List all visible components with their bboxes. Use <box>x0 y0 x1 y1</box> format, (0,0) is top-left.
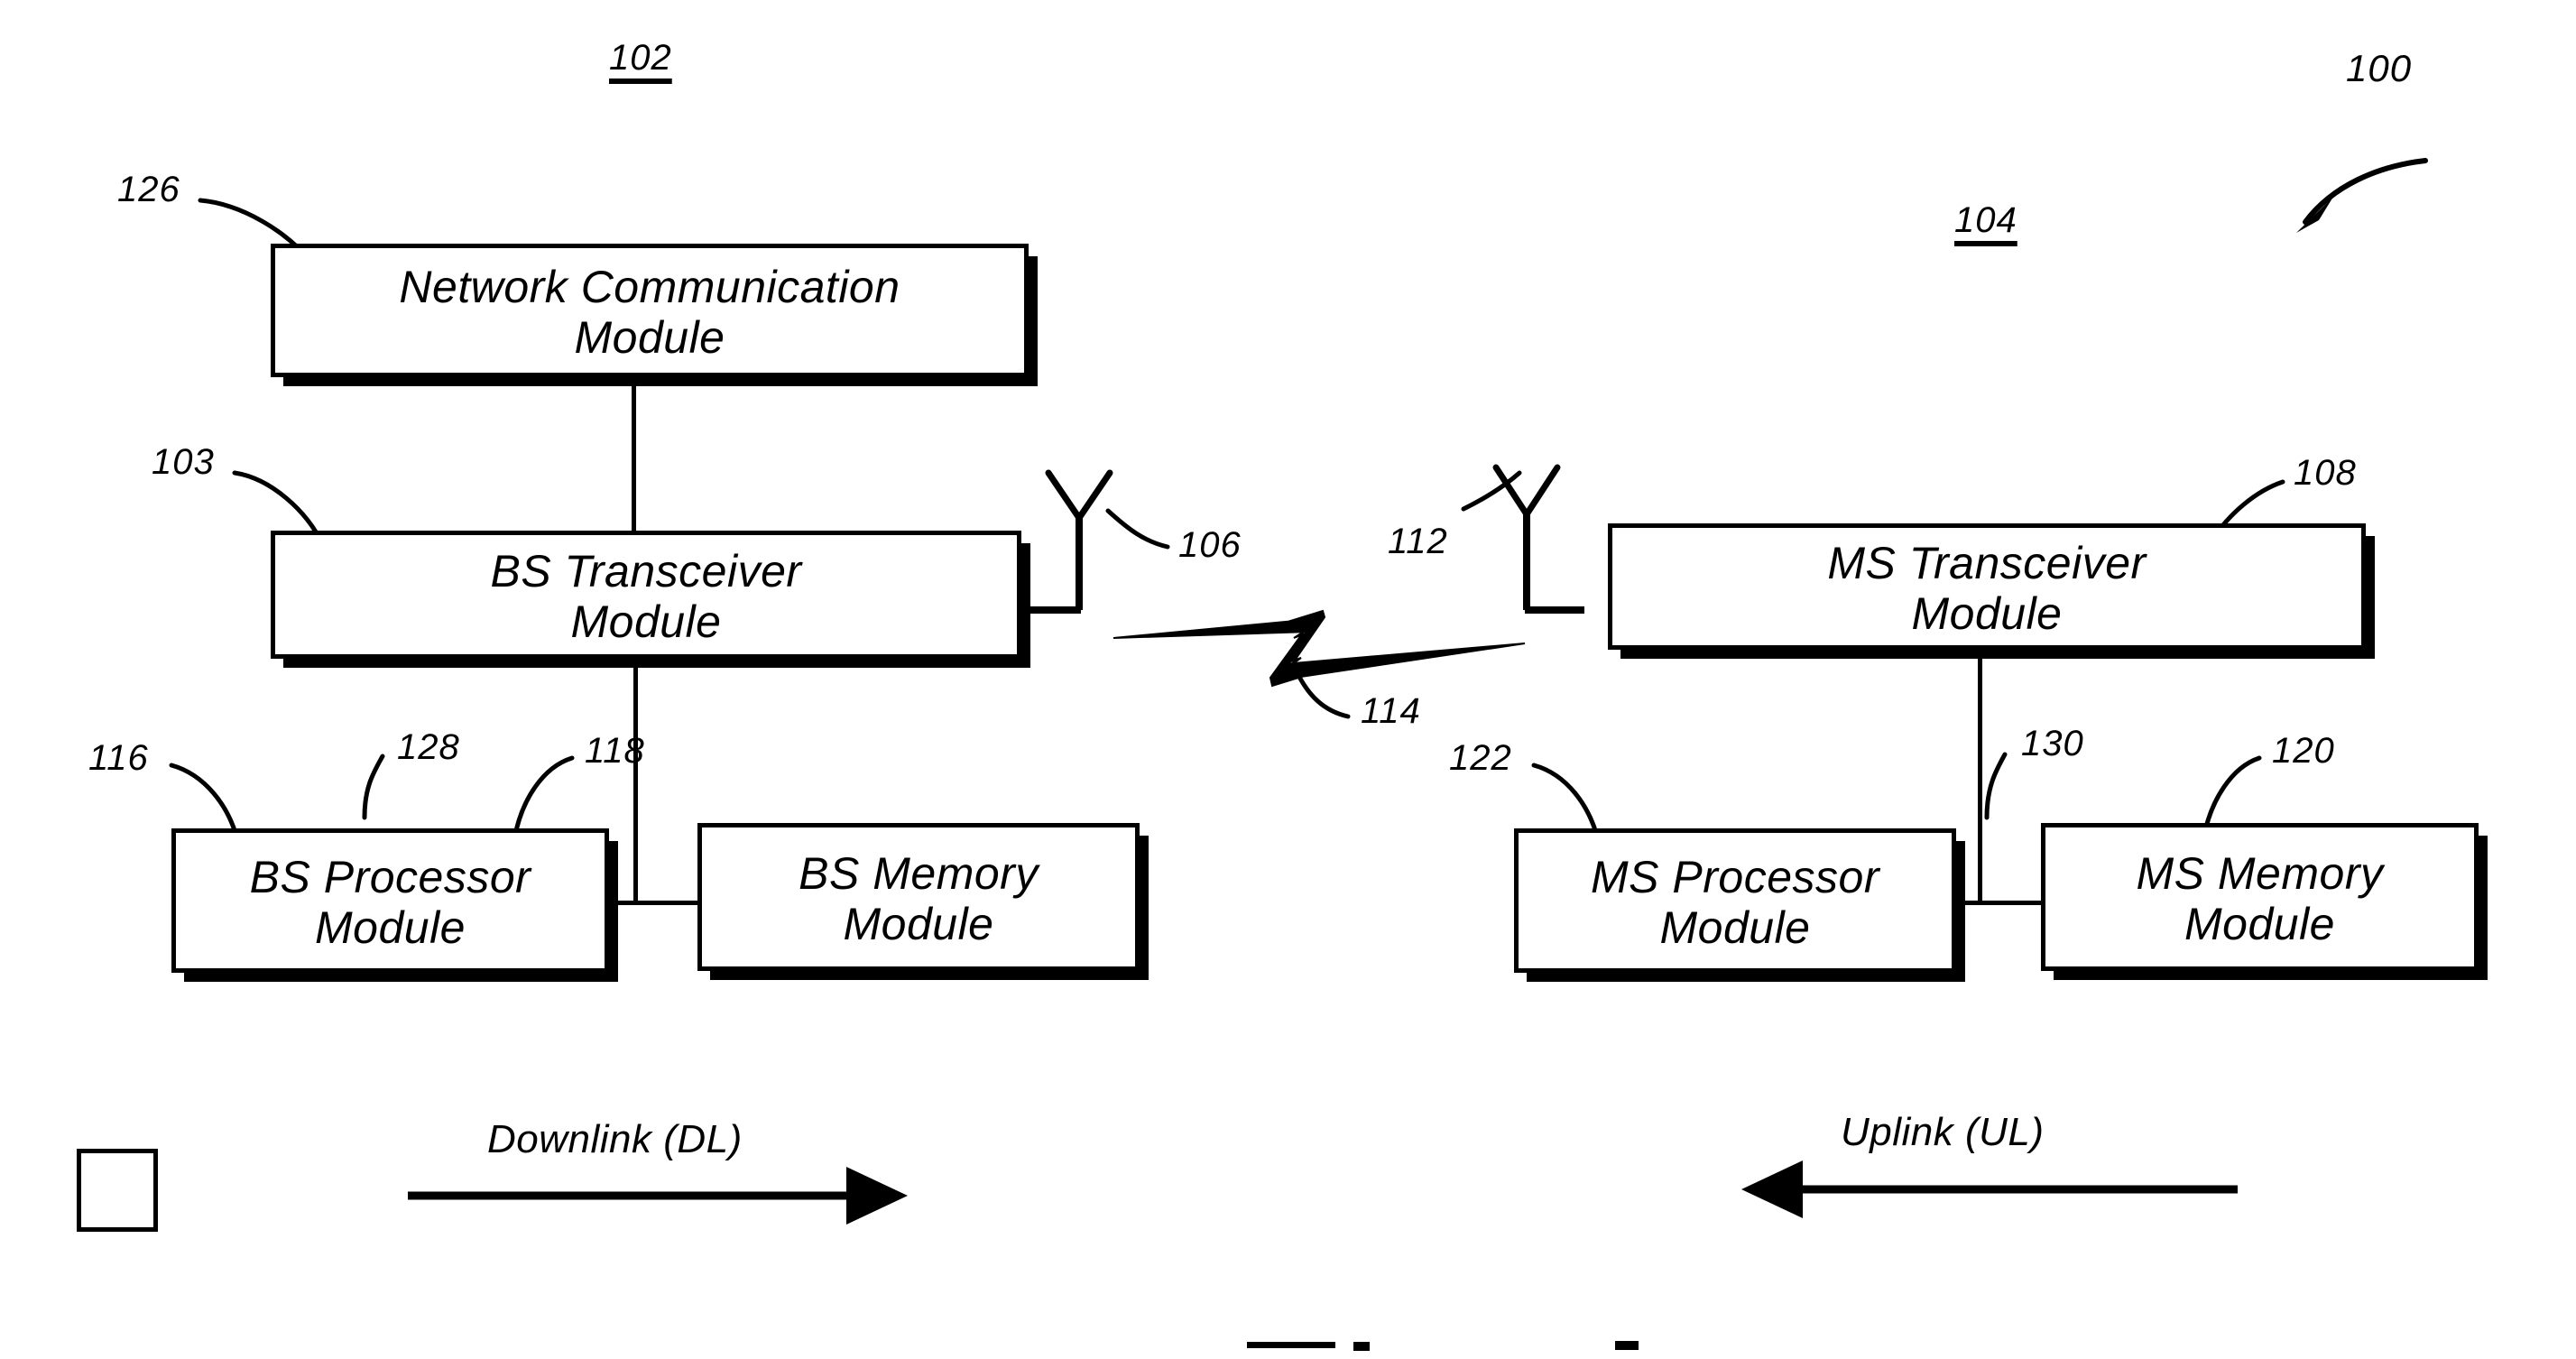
leader-112 <box>1461 470 1522 512</box>
downlink-label: Downlink (DL) <box>487 1117 743 1161</box>
connector-nc-to-bs-transceiver <box>632 379 636 550</box>
leader-106 <box>1105 508 1170 550</box>
uplink-arrow-icon <box>1741 1160 2238 1218</box>
bs-processor-module-line2: Module <box>315 902 466 953</box>
bs-transceiver-module[interactable]: BS Transceiver Module <box>271 531 1021 659</box>
ms-transceiver-module[interactable]: MS Transceiver Module <box>1608 523 2366 650</box>
ref-116-bs-processor-module: 116 <box>88 738 149 778</box>
leader-100 <box>2296 158 2428 233</box>
downlink-arrow-icon <box>408 1167 908 1225</box>
bs-antenna-icon <box>1021 469 1113 614</box>
ms-processor-module-line2: Module <box>1659 902 1811 953</box>
ms-transceiver-module-line1: MS Transceiver <box>1827 538 2147 588</box>
ref-120-ms-memory-module: 120 <box>2272 731 2335 771</box>
patent-figure-canvas: 102 100 126 103 116 118 128 106 104 112 … <box>0 0 2576 1359</box>
ref-103-bs-transceiver-module: 103 <box>152 442 215 482</box>
ref-100-system: 100 <box>2346 47 2413 89</box>
bs-transceiver-module-line2: Module <box>570 596 722 647</box>
network-communication-module-line2: Module <box>574 312 725 363</box>
ms-antenna-icon <box>1492 464 1584 614</box>
ms-internal-bus <box>1951 901 2046 905</box>
ref-122-ms-processor-module: 122 <box>1449 738 1512 778</box>
bs-processor-module[interactable]: BS Processor Module <box>171 828 609 973</box>
leader-130 <box>1984 752 2008 820</box>
leader-118 <box>512 755 575 842</box>
ref-112-ms-antenna: 112 <box>1388 522 1448 561</box>
ms-memory-module[interactable]: MS Memory Module <box>2041 823 2479 971</box>
network-communication-module[interactable]: Network Communication Module <box>271 244 1029 377</box>
ref-102-base-station: 102 <box>609 38 672 78</box>
ms-memory-module-line2: Module <box>2184 899 2335 949</box>
bs-memory-module[interactable]: BS Memory Module <box>697 823 1140 971</box>
ref-130-ms-internal-bus: 130 <box>2021 724 2084 763</box>
network-communication-module-line1: Network Communication <box>399 262 900 312</box>
uplink-label: Uplink (UL) <box>1841 1110 2045 1154</box>
leader-114 <box>1293 667 1351 719</box>
bs-memory-module-line2: Module <box>843 899 994 949</box>
wireless-link-icon <box>1113 609 1526 688</box>
ref-126-network-communication-module: 126 <box>117 170 180 209</box>
bs-internal-bus <box>606 901 702 905</box>
ref-128-bs-internal-bus: 128 <box>397 727 460 767</box>
ref-114-wireless-link: 114 <box>1361 691 1421 731</box>
ref-104-mobile-station: 104 <box>1954 200 2017 240</box>
ms-processor-module-line1: MS Processor <box>1591 852 1879 902</box>
bs-transceiver-module-line1: BS Transceiver <box>490 546 802 596</box>
ms-memory-module-line1: MS Memory <box>2136 848 2384 899</box>
ref-108-ms-transceiver-module: 108 <box>2294 453 2357 493</box>
bs-processor-module-line1: BS Processor <box>249 852 531 902</box>
leader-128 <box>362 753 385 820</box>
ref-106-bs-antenna: 106 <box>1178 525 1242 565</box>
bs-memory-module-line1: BS Memory <box>799 848 1039 899</box>
legend-empty-square <box>77 1149 158 1232</box>
connector-bs-transceiver-to-bus <box>633 657 638 902</box>
ms-processor-module[interactable]: MS Processor Module <box>1514 828 1956 973</box>
ms-transceiver-module-line2: Module <box>1911 588 2063 639</box>
connector-ms-transceiver-to-bus <box>1978 648 1982 902</box>
diagram-vector-layer <box>169 158 2428 1351</box>
figure-caption-clip <box>1247 1341 1639 1351</box>
